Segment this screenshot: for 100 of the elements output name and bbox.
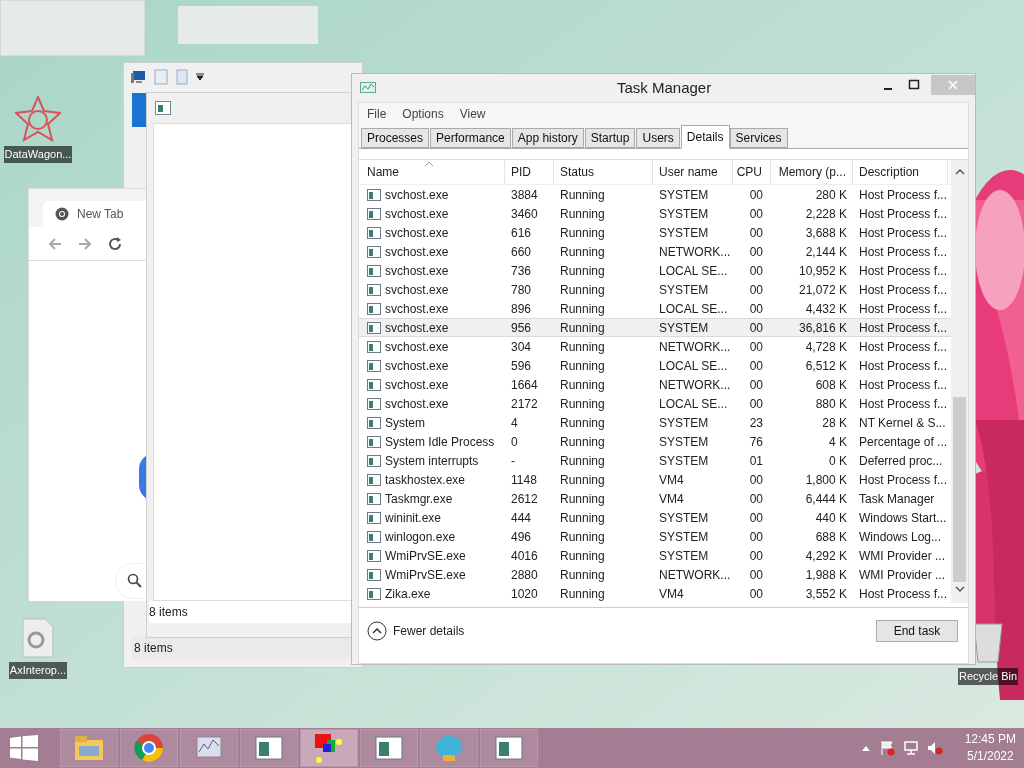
- tab[interactable]: Users: [636, 128, 680, 148]
- column-header[interactable]: User name: [659, 163, 718, 181]
- table-cell-text: 596: [511, 357, 532, 375]
- table-cell-text: wininit.exe: [385, 509, 442, 527]
- network-icon[interactable]: [902, 740, 919, 756]
- column-header[interactable]: PID: [511, 163, 531, 181]
- table-row[interactable]: wininit.exe 444 Running SYSTEM 00 440 K Windows Start...: [359, 508, 951, 527]
- menu-item[interactable]: File: [367, 105, 387, 123]
- table-cell-text: SYSTEM: [659, 509, 709, 527]
- taskbar-button[interactable]: [120, 729, 178, 767]
- scrollbar[interactable]: [951, 160, 968, 603]
- tab[interactable]: Details: [680, 125, 730, 149]
- table-row[interactable]: svchost.exe 736 Running LOCAL SE... 00 10,952 K Host Process f...: [359, 261, 951, 280]
- clock-time[interactable]: 12:45 PM: [964, 731, 1016, 748]
- table-cell-text: 00: [749, 376, 763, 394]
- taskbar-button[interactable]: [360, 729, 418, 767]
- table-cell-text: 00: [749, 547, 763, 565]
- table-cell-text: Host Process f...: [859, 186, 948, 204]
- table-cell-text: 608 K: [815, 376, 847, 394]
- scroll-thumb[interactable]: [953, 397, 966, 582]
- table-cell-text: 00: [749, 566, 763, 584]
- table-cell-text: Host Process f...: [859, 338, 948, 356]
- table-cell-text: SYSTEM: [659, 281, 709, 299]
- table-cell-text: 3460: [511, 205, 538, 223]
- taskbar-button[interactable]: [240, 729, 298, 767]
- column-header[interactable]: Name: [367, 163, 399, 181]
- table-row[interactable]: svchost.exe 3884 Running SYSTEM 00 280 K Host Process f...: [359, 185, 951, 204]
- table-row[interactable]: winlogon.exe 496 Running SYSTEM 00 688 K Windows Log...: [359, 527, 951, 546]
- table-cell-text: 4 K: [829, 433, 847, 451]
- table-row[interactable]: WmiPrvSE.exe 2880 Running NETWORK... 00 1,988 K WMI Provider ...: [359, 565, 951, 584]
- reload-icon[interactable]: [107, 235, 123, 252]
- table-row[interactable]: svchost.exe 3460 Running SYSTEM 00 2,228 K Host Process f...: [359, 204, 951, 223]
- taskbar-button[interactable]: [300, 729, 358, 767]
- table-cell-text: WmiPrvSE.exe: [385, 547, 466, 565]
- table-cell-text: 0: [511, 433, 518, 451]
- table-row[interactable]: svchost.exe 2172 Running LOCAL SE... 00 880 K Host Process f...: [359, 394, 951, 413]
- process-icon: [367, 378, 381, 391]
- table-row[interactable]: svchost.exe 1664 Running NETWORK... 00 608 K Host Process f...: [359, 375, 951, 394]
- table-cell-text: SYSTEM: [659, 186, 709, 204]
- table-cell-text: svchost.exe: [385, 243, 449, 261]
- menu-item[interactable]: View: [459, 105, 486, 123]
- process-icon: [367, 397, 381, 410]
- table-row[interactable]: System Idle Process 0 Running SYSTEM 76 4 K Percentage of ...: [359, 432, 951, 451]
- collapse-icon[interactable]: [367, 620, 387, 641]
- search-icon[interactable]: [127, 573, 143, 589]
- table-row[interactable]: svchost.exe 596 Running LOCAL SE... 00 6,512 K Host Process f...: [359, 356, 951, 375]
- table-row[interactable]: svchost.exe 780 Running SYSTEM 00 21,072 K Host Process f...: [359, 280, 951, 299]
- menu-item[interactable]: Options: [402, 105, 444, 123]
- table-cell-text: System Idle Process: [385, 433, 495, 451]
- column-header[interactable]: Memory (p...: [778, 163, 846, 181]
- table-row[interactable]: Zika.exe 1020 Running VM4 00 3,552 K Host Process f...: [359, 584, 951, 603]
- table-cell-text: Host Process f...: [859, 471, 948, 489]
- end-task-button[interactable]: End task: [876, 619, 958, 642]
- table-cell-text: Host Process f...: [859, 243, 948, 261]
- process-icon: [367, 530, 381, 543]
- table-row[interactable]: svchost.exe 956 Running SYSTEM 00 36,816 K Host Process f...: [359, 318, 951, 337]
- table-row[interactable]: svchost.exe 616 Running SYSTEM 00 3,688 K Host Process f...: [359, 223, 951, 242]
- icon-label[interactable]: Recycle Bin: [957, 668, 1019, 685]
- taskbar-button[interactable]: [480, 729, 538, 767]
- table-row[interactable]: taskhostex.exe 1148 Running VM4 00 1,800 K Host Process f...: [359, 470, 951, 489]
- tab[interactable]: Startup: [584, 128, 636, 148]
- chevron-up-icon[interactable]: [860, 744, 871, 752]
- clock-date[interactable]: 5/1/2022: [966, 748, 1014, 765]
- table-row[interactable]: svchost.exe 660 Running NETWORK... 00 2,144 K Host Process f...: [359, 242, 951, 261]
- table-row[interactable]: System interrupts - Running SYSTEM 01 0 K Deferred proc...: [359, 451, 951, 470]
- table-row[interactable]: svchost.exe 896 Running LOCAL SE... 00 4,432 K Host Process f...: [359, 299, 951, 318]
- table-cell-text: 01: [749, 452, 763, 470]
- table-cell-text: 28 K: [822, 414, 847, 432]
- column-header[interactable]: CPU: [736, 163, 762, 181]
- tab[interactable]: Services: [729, 128, 788, 148]
- windows-logo-icon[interactable]: [10, 735, 38, 761]
- table-cell-text: WMI Provider ...: [859, 566, 945, 584]
- flag-icon[interactable]: [878, 740, 895, 756]
- volume-muted-icon[interactable]: [926, 740, 943, 756]
- tab[interactable]: App history: [511, 128, 584, 148]
- table-cell-text: Running: [560, 300, 605, 318]
- table-row[interactable]: WmiPrvSE.exe 4016 Running SYSTEM 00 4,292 K WMI Provider ...: [359, 546, 951, 565]
- tab[interactable]: Performance: [430, 128, 511, 148]
- column-header[interactable]: Description: [859, 163, 920, 181]
- table-cell-text: 2612: [511, 490, 538, 508]
- table-cell-text: 00: [749, 471, 763, 489]
- table-cell-text: 3,688 K: [805, 224, 847, 242]
- table-row[interactable]: System 4 Running SYSTEM 23 28 K NT Kernel & S...: [359, 413, 951, 432]
- status-text: 8 items: [149, 604, 188, 621]
- table-row[interactable]: svchost.exe 304 Running NETWORK... 00 4,728 K Host Process f...: [359, 337, 951, 356]
- back-icon[interactable]: [47, 235, 63, 252]
- table-cell-text: 2,228 K: [805, 205, 847, 223]
- icon-label[interactable]: DataWagon...: [3, 146, 73, 163]
- column-header[interactable]: Status: [560, 163, 595, 181]
- forward-icon[interactable]: [77, 235, 93, 252]
- table-cell-text: 444: [511, 509, 532, 527]
- table-cell-text: 1148: [511, 471, 537, 489]
- icon-label[interactable]: AxInterop...: [8, 662, 68, 679]
- tab[interactable]: Processes: [361, 128, 430, 148]
- table-cell-text: Running: [560, 585, 605, 603]
- fewer-details-link[interactable]: Fewer details: [393, 621, 465, 640]
- table-cell-text: 00: [749, 300, 763, 318]
- table-cell-text: 496: [511, 528, 532, 546]
- table-row[interactable]: Taskmgr.exe 2612 Running VM4 00 6,444 K Task Manager: [359, 489, 951, 508]
- dropdown-icon[interactable]: [196, 73, 204, 81]
